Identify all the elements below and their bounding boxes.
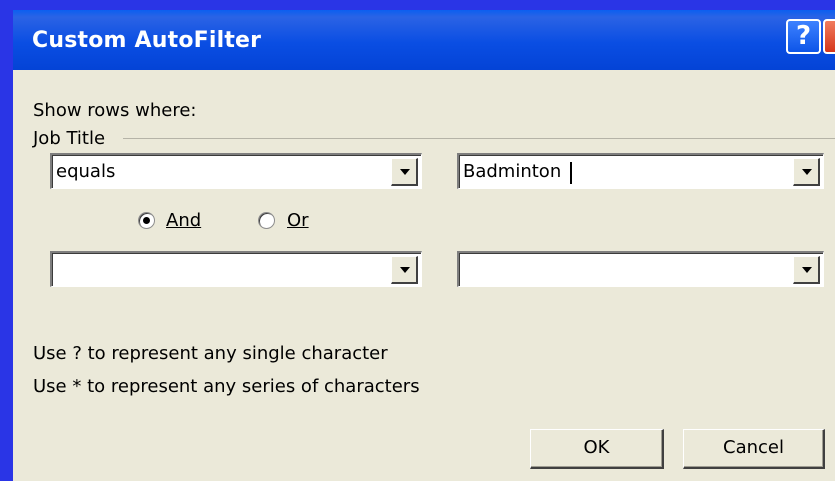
condition1-value-combo[interactable]: Badminton	[457, 153, 824, 189]
or-radio[interactable]	[258, 212, 275, 229]
chevron-down-icon[interactable]	[793, 158, 820, 186]
field-name-label: Job Title	[33, 128, 106, 149]
condition2-operator-combo[interactable]	[50, 251, 422, 287]
chevron-down-icon[interactable]	[391, 256, 418, 284]
show-rows-label: Show rows where:	[33, 100, 197, 121]
title-bar[interactable]: Custom AutoFilter ? ✕	[13, 10, 835, 70]
radio-selected-dot-icon	[143, 217, 150, 224]
or-radio-label[interactable]: Or	[287, 210, 309, 231]
chevron-down-icon[interactable]	[391, 158, 418, 186]
ok-button[interactable]: OK	[530, 429, 664, 469]
and-radio-label[interactable]: And	[166, 210, 201, 231]
close-button[interactable]: ✕	[823, 19, 835, 54]
hint-single-character: Use ? to represent any single character	[33, 343, 388, 364]
condition1-operator-value: equals	[56, 161, 116, 182]
condition1-value-text[interactable]: Badminton	[463, 161, 561, 182]
chevron-down-icon[interactable]	[793, 256, 820, 284]
hint-series-characters: Use * to represent any series of charact…	[33, 376, 420, 397]
custom-autofilter-dialog: Custom AutoFilter ? ✕ Show rows where: J…	[13, 10, 835, 481]
and-radio[interactable]	[138, 212, 155, 229]
help-button[interactable]: ?	[786, 19, 821, 54]
condition2-value-combo[interactable]	[457, 251, 824, 287]
condition1-operator-combo[interactable]: equals	[50, 153, 422, 189]
group-divider	[123, 138, 835, 139]
dialog-title: Custom AutoFilter	[32, 28, 262, 53]
cancel-button[interactable]: Cancel	[683, 429, 825, 469]
text-caret	[570, 162, 572, 184]
